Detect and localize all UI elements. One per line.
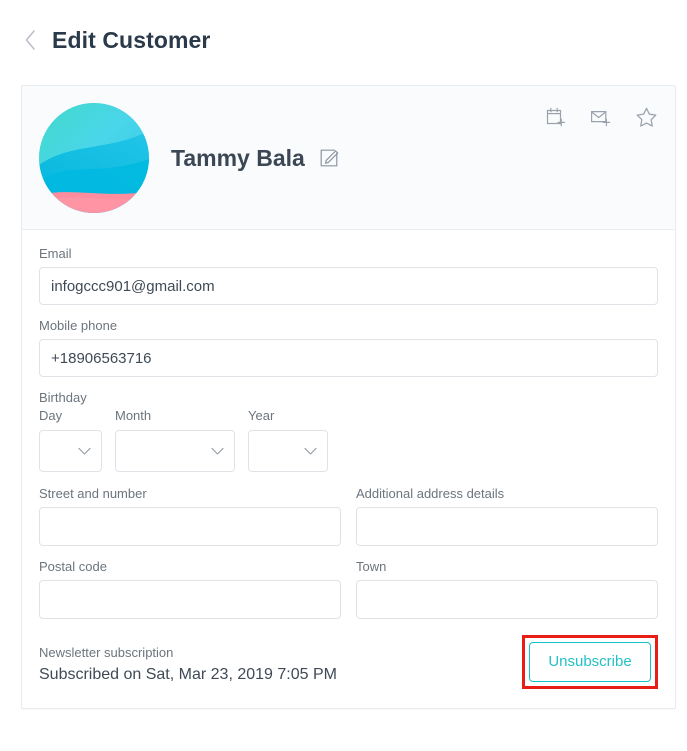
edit-name-button[interactable]	[319, 147, 341, 169]
street-field-group: Street and number	[39, 485, 341, 546]
birthday-year-select[interactable]	[248, 430, 328, 472]
newsletter-label: Newsletter subscription	[39, 645, 174, 660]
newsletter-status: Subscribed on Sat, Mar 23, 2019 7:05 PM	[39, 666, 337, 683]
newsletter-section: Newsletter subscription Subscribed on Sa…	[39, 635, 658, 689]
newsletter-info: Newsletter subscription Subscribed on Sa…	[39, 644, 337, 689]
town-input[interactable]	[356, 580, 658, 619]
birthday-field-group: Birthday Day Month Year	[39, 389, 658, 472]
customer-card-body: Email Mobile phone Birthday Day	[22, 230, 675, 708]
unsubscribe-button[interactable]: Unsubscribe	[529, 642, 651, 682]
postal-code-field-group: Postal code	[39, 558, 341, 619]
edit-pencil-icon	[320, 149, 339, 167]
star-icon	[636, 107, 656, 127]
address-row-1: Street and number Additional address det…	[39, 485, 658, 546]
mobile-phone-label: Mobile phone	[39, 318, 118, 333]
additional-address-label: Additional address details	[356, 486, 505, 501]
unsubscribe-highlight-box: Unsubscribe	[522, 635, 658, 689]
avatar	[39, 102, 149, 213]
address-row-2: Postal code Town	[39, 558, 658, 619]
birthday-year-label: Year	[248, 408, 275, 423]
mobile-phone-input[interactable]	[39, 339, 658, 377]
mobile-phone-field-group: Mobile phone	[39, 317, 658, 377]
chevron-down-icon	[207, 441, 227, 461]
chevron-down-icon	[74, 441, 94, 461]
send-message-button[interactable]	[588, 104, 614, 130]
birthday-day-label: Day	[39, 408, 63, 423]
chevron-down-icon	[300, 441, 320, 461]
email-field-group: Email	[39, 245, 658, 305]
town-field-group: Town	[356, 558, 658, 619]
back-button[interactable]	[21, 26, 39, 54]
postal-code-input[interactable]	[39, 580, 341, 619]
additional-address-field-group: Additional address details	[356, 485, 658, 546]
card-header-actions	[543, 104, 659, 130]
page-title: Edit Customer	[52, 27, 211, 53]
calendar-plus-icon	[546, 107, 566, 127]
birthday-day-select[interactable]	[39, 430, 102, 472]
street-label: Street and number	[39, 486, 147, 501]
birthday-month-group: Month	[115, 407, 235, 472]
page-header: Edit Customer	[0, 0, 687, 62]
envelope-plus-icon	[591, 111, 611, 127]
customer-card-header: Tammy Bala	[22, 86, 675, 230]
town-label: Town	[356, 559, 387, 574]
street-input[interactable]	[39, 507, 341, 546]
add-appointment-button[interactable]	[543, 104, 569, 130]
avatar-image	[39, 102, 149, 213]
customer-card: Tammy Bala Email infogccc901@gmail.com M…	[21, 85, 676, 709]
birthday-label: Birthday	[39, 390, 87, 405]
email-label: Email	[39, 246, 72, 261]
birthday-day-group: Day	[39, 407, 102, 472]
postal-code-label: Postal code	[39, 559, 107, 574]
favorite-button[interactable]	[633, 104, 659, 130]
additional-address-input[interactable]	[356, 507, 658, 546]
customer-name: Tammy Bala	[171, 144, 305, 171]
birthday-selects-row: Day Month Year	[39, 407, 658, 472]
birthday-month-label: Month	[115, 408, 152, 423]
email-input[interactable]	[39, 267, 658, 305]
birthday-month-select[interactable]	[115, 430, 235, 472]
birthday-year-group: Year	[248, 407, 328, 472]
edit-customer-page: Edit Customer Tammy Bala Email infogccc9…	[0, 0, 687, 751]
chevron-left-icon	[25, 30, 35, 50]
